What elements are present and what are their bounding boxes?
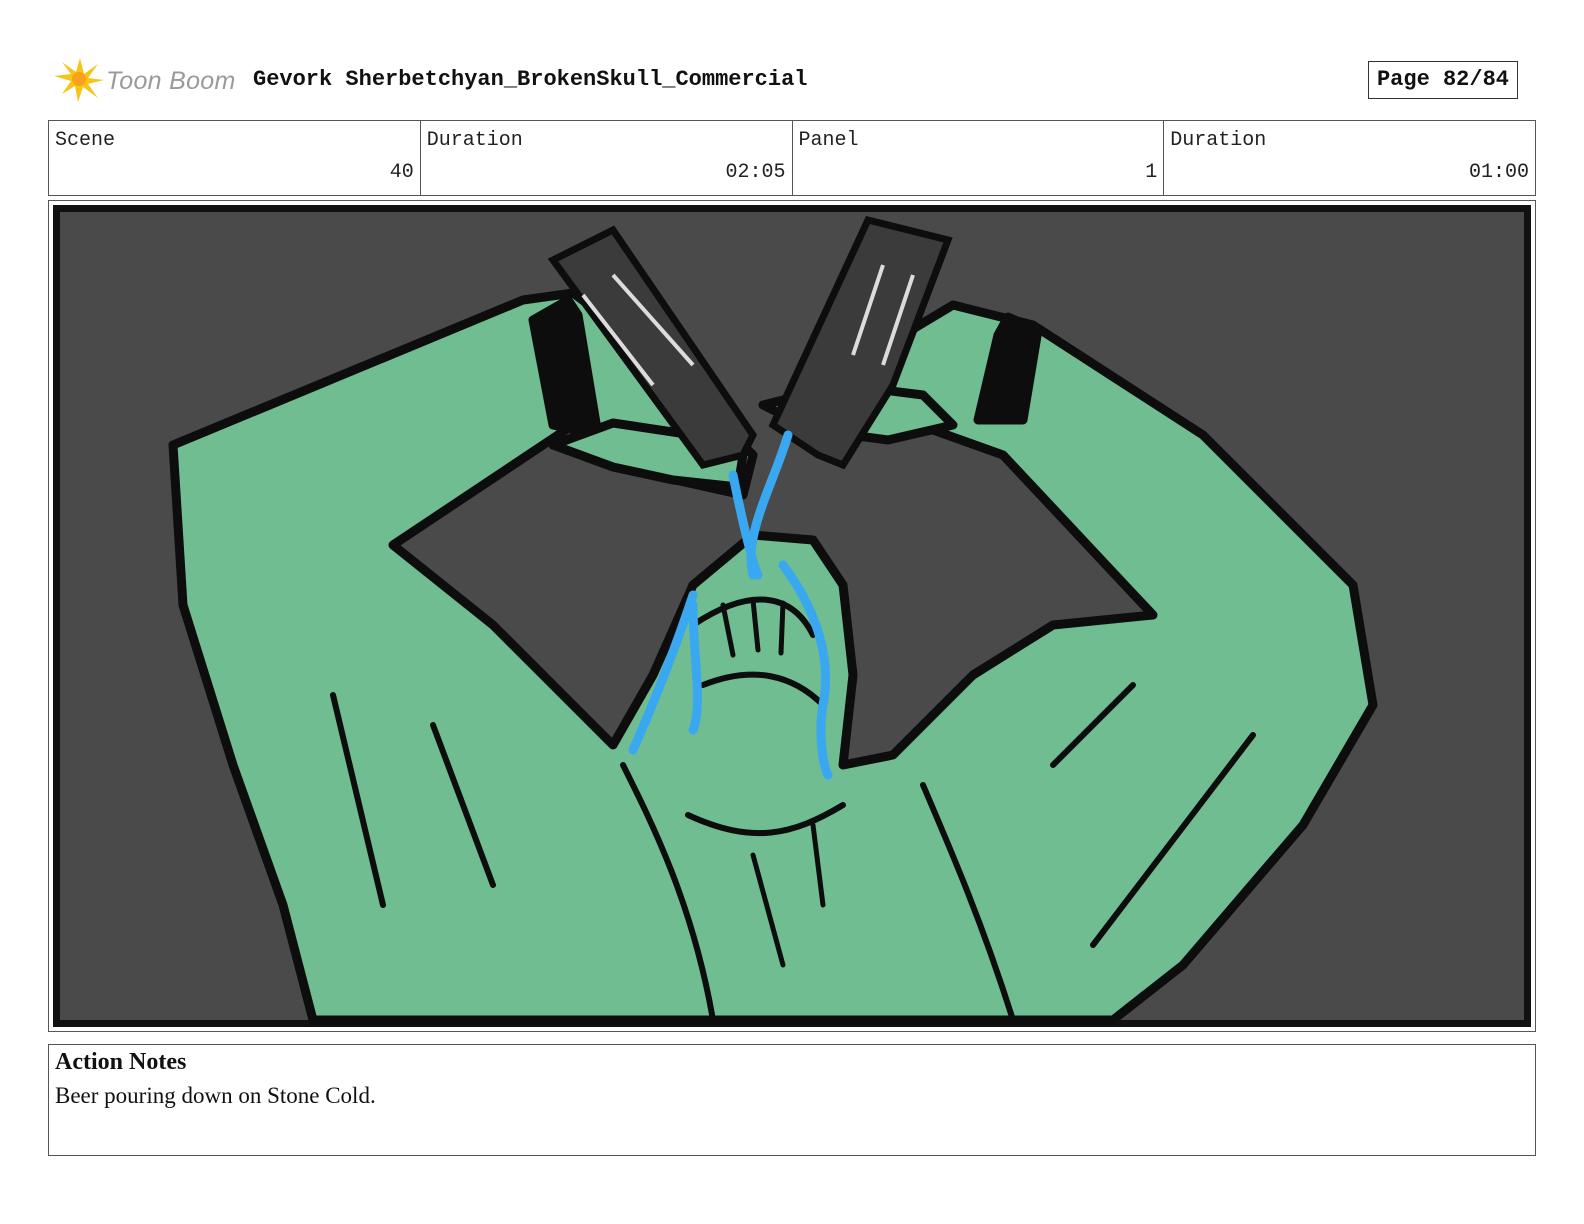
action-notes-title: Action Notes bbox=[55, 1049, 187, 1075]
panel-duration-label: Duration bbox=[1170, 129, 1267, 152]
panel-drawing bbox=[60, 212, 1524, 1025]
storyboard-panel-image bbox=[53, 205, 1531, 1027]
panel-cell: Panel 1 bbox=[793, 121, 1165, 195]
scene-duration-cell: Duration 02:05 bbox=[421, 121, 793, 195]
scene-duration-label: Duration bbox=[426, 129, 523, 152]
page-header: Toon Boom Gevork Sherbetchyan_BrokenSkul… bbox=[48, 52, 1536, 108]
panel-value: 1 bbox=[1145, 161, 1158, 184]
panel-duration-cell: Duration 01:00 bbox=[1164, 121, 1535, 195]
page-indicator: Page 82/84 bbox=[1367, 61, 1518, 99]
logo-text: Toon Boom bbox=[106, 67, 236, 95]
toon-boom-logo: Toon Boom bbox=[52, 54, 242, 104]
action-notes-text: Beer pouring down on Stone Cold. bbox=[55, 1083, 376, 1108]
scene-value: 40 bbox=[389, 161, 414, 184]
storyboard-panel-frame bbox=[48, 200, 1536, 1032]
scene-duration-value: 02:05 bbox=[725, 161, 786, 184]
panel-duration-value: 01:00 bbox=[1468, 161, 1529, 184]
starburst-icon bbox=[54, 58, 104, 102]
document-title: Gevork Sherbetchyan_BrokenSkull_Commerci… bbox=[253, 67, 808, 92]
panel-label: Panel bbox=[798, 129, 859, 152]
scene-cell: Scene 40 bbox=[49, 121, 421, 195]
action-notes-box: Action Notes Beer pouring down on Stone … bbox=[48, 1044, 1536, 1156]
scene-info-table: Scene 40 Duration 02:05 Panel 1 Duration… bbox=[48, 120, 1536, 196]
scene-label: Scene bbox=[55, 129, 116, 152]
